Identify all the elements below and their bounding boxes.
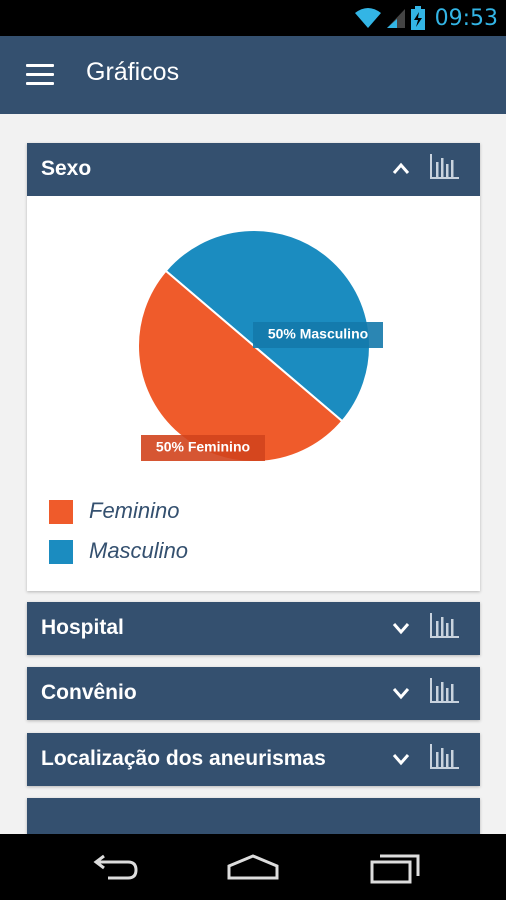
battery-charging-icon: [410, 6, 425, 30]
pie-chart: 50% Feminino 50% Masculino: [137, 229, 383, 463]
menu-icon[interactable]: [26, 64, 54, 86]
clock: 09:53: [434, 5, 498, 31]
panel-title: Sexo: [41, 157, 92, 180]
panel-header-sexo[interactable]: Sexo: [27, 143, 480, 196]
legend-label: Feminino: [89, 498, 180, 523]
panel-next: [27, 798, 480, 834]
chevron-down-icon[interactable]: [391, 683, 411, 703]
status-bar: 09:53: [0, 0, 506, 36]
legend-item-masculino: Masculino: [49, 538, 349, 566]
system-nav-bar: [0, 834, 506, 900]
bar-chart-icon[interactable]: [429, 154, 459, 180]
panel-convenio: Convênio: [27, 667, 480, 720]
app-bar: Gráficos: [0, 36, 506, 114]
legend-swatch: [49, 500, 73, 524]
panel-localizacao: Localização dos aneurismas: [27, 733, 480, 786]
panel-header-hospital[interactable]: Hospital: [27, 602, 480, 655]
bar-chart-icon[interactable]: [429, 744, 459, 770]
back-icon[interactable]: [84, 848, 144, 888]
legend-swatch: [49, 540, 73, 564]
panel-header-convenio[interactable]: Convênio: [27, 667, 480, 720]
legend-label: Masculino: [89, 538, 189, 563]
panel-title: Localização dos aneurismas: [41, 747, 326, 770]
panel-title: Convênio: [41, 681, 137, 704]
svg-text:50% Masculino: 50% Masculino: [268, 326, 368, 342]
svg-text:50% Feminino: 50% Feminino: [156, 439, 250, 455]
charts-list[interactable]: Sexo 50% Feminino 50% Masculino Feminino: [0, 114, 506, 834]
signal-icon: [386, 9, 405, 28]
recents-icon[interactable]: [366, 848, 426, 888]
pie-label-masculino: 50% Masculino: [253, 322, 383, 348]
panel-hospital: Hospital: [27, 602, 480, 655]
chevron-down-icon[interactable]: [391, 749, 411, 769]
bar-chart-icon[interactable]: [429, 613, 459, 639]
panel-title: Hospital: [41, 616, 124, 639]
chevron-up-icon[interactable]: [391, 159, 411, 179]
panel-header-next[interactable]: [27, 798, 480, 834]
legend-item-feminino: Feminino: [49, 498, 349, 526]
panel-header-localizacao[interactable]: Localização dos aneurismas: [27, 733, 480, 786]
home-icon[interactable]: [223, 848, 283, 888]
pie-label-feminino: 50% Feminino: [141, 435, 265, 461]
bar-chart-icon[interactable]: [429, 678, 459, 704]
page-title: Gráficos: [86, 58, 180, 86]
chevron-down-icon[interactable]: [391, 618, 411, 638]
wifi-icon: [354, 8, 381, 28]
panel-sexo: Sexo 50% Feminino 50% Masculino Feminino: [27, 143, 480, 591]
